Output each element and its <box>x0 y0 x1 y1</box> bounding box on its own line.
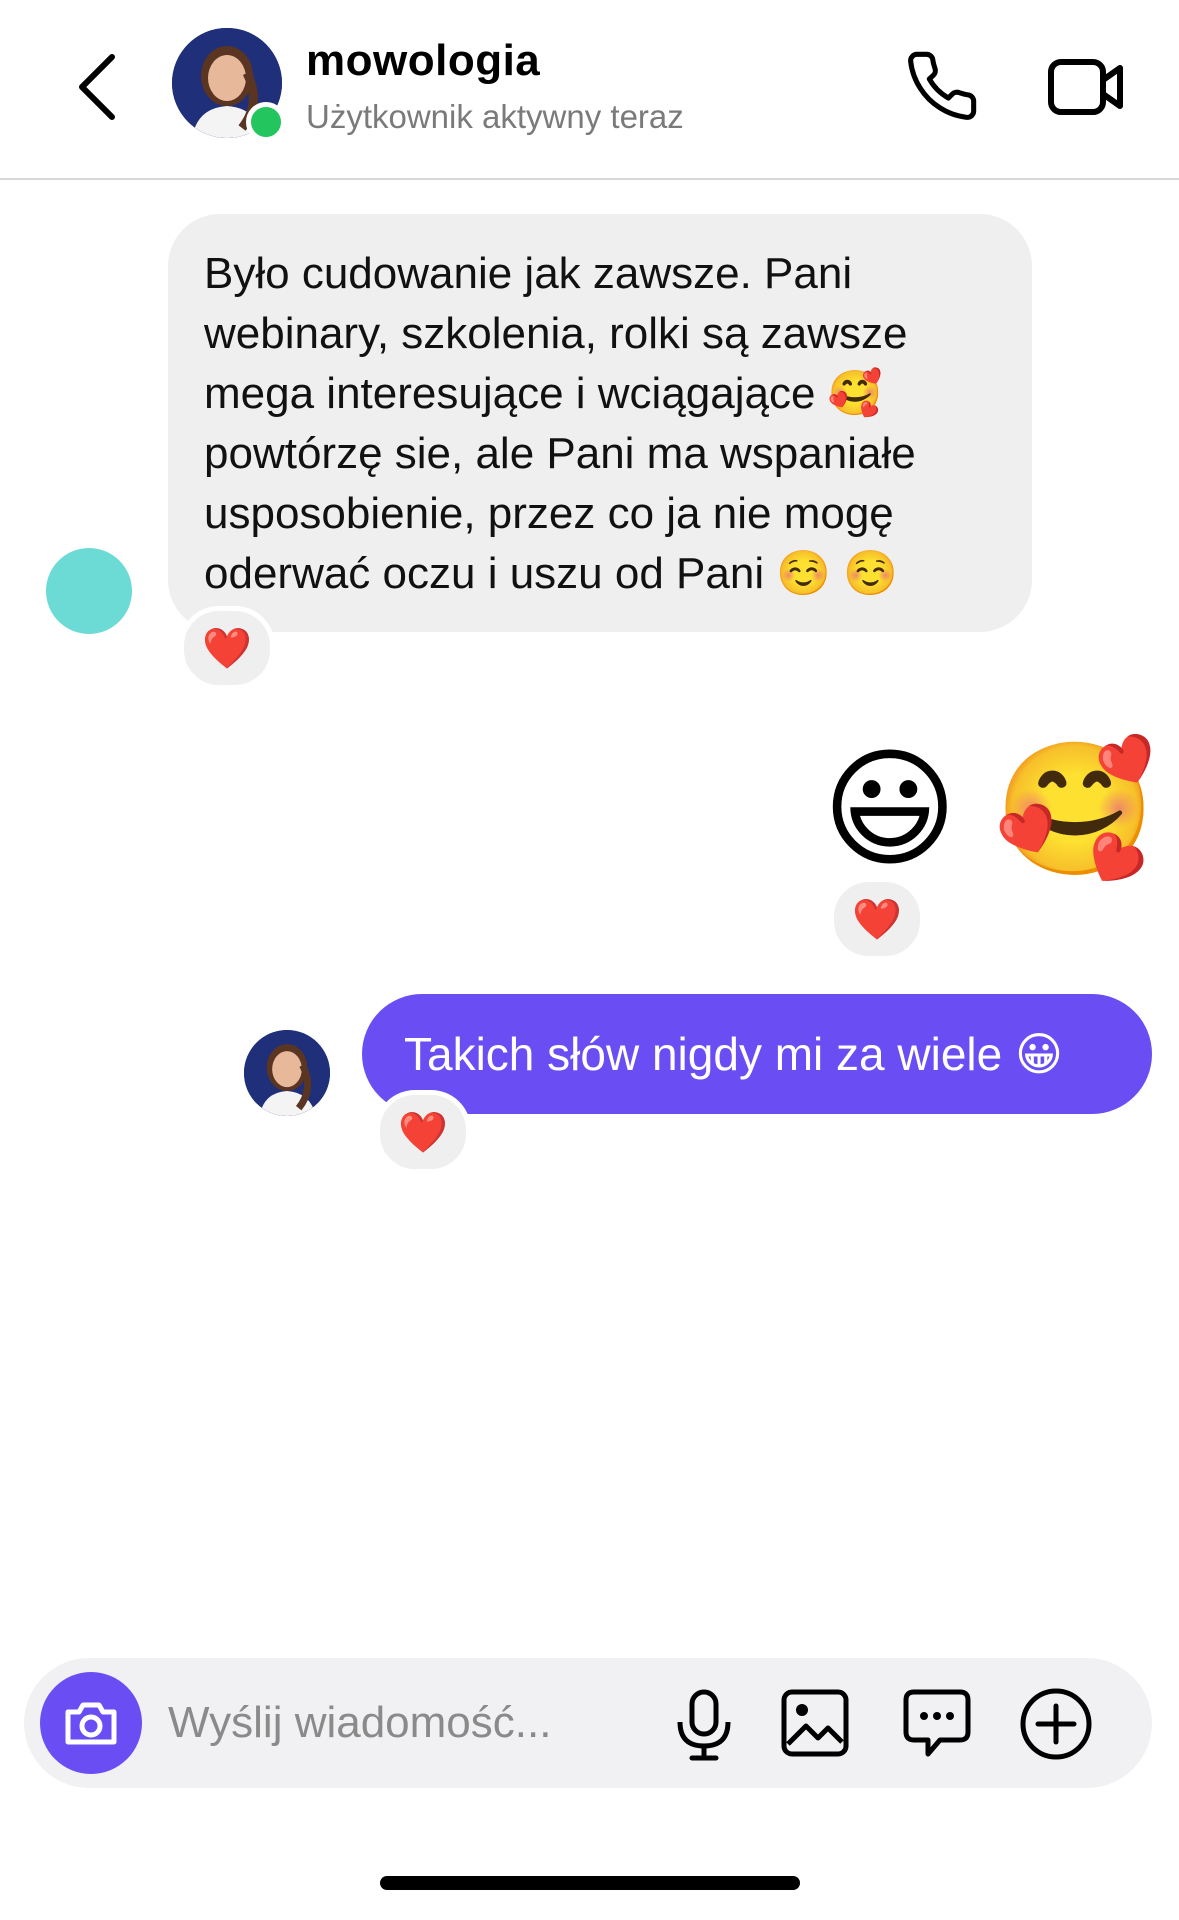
heart-reaction-icon: ❤️ <box>852 897 902 942</box>
profile-photo <box>244 1030 330 1116</box>
seen-avatar <box>244 1030 330 1116</box>
heart-reaction-icon: ❤️ <box>398 1110 448 1155</box>
message-reaction[interactable]: ❤️ <box>179 606 275 690</box>
chevron-left-icon <box>79 54 115 120</box>
active-status: Użytkownik aktywny teraz <box>306 98 684 135</box>
outgoing-message-bubble[interactable]: Takich słów nigdy mi za wiele 😀 <box>362 994 1152 1114</box>
camera-button[interactable] <box>40 1672 142 1774</box>
message-reaction[interactable]: ❤️ <box>375 1090 471 1174</box>
emoji-message[interactable]: 😃 <box>822 744 958 874</box>
back-button[interactable] <box>62 45 132 125</box>
message-input[interactable]: Wyślij wiadomość... <box>168 1698 551 1748</box>
emoji-message[interactable]: 🥰 <box>994 744 1156 874</box>
home-indicator[interactable] <box>380 1876 800 1890</box>
phone-icon <box>908 51 977 120</box>
video-call-button[interactable] <box>1046 52 1126 122</box>
call-button[interactable] <box>904 48 980 124</box>
chat-bubble-icon <box>903 1689 971 1757</box>
sticker-button[interactable] <box>900 1686 974 1760</box>
sender-avatar[interactable] <box>46 548 132 634</box>
microphone-icon <box>677 1689 731 1761</box>
message-reaction[interactable]: ❤️ <box>829 877 925 961</box>
plus-circle-icon <box>1020 1688 1092 1760</box>
voice-message-button[interactable] <box>672 1688 736 1762</box>
contact-name[interactable]: mowologia <box>306 36 540 86</box>
incoming-message-bubble[interactable]: Było cudowanie jak zawsze. Pani webinary… <box>168 214 1032 632</box>
gallery-button[interactable] <box>780 1688 850 1758</box>
image-icon <box>781 1689 849 1757</box>
camera-icon <box>65 1702 117 1745</box>
video-camera-icon <box>1048 59 1123 115</box>
online-indicator <box>246 102 286 142</box>
message-text: Takich słów nigdy mi za wiele 😀 <box>404 1028 1063 1080</box>
more-options-button[interactable] <box>1018 1686 1094 1762</box>
heart-reaction-icon: ❤️ <box>202 626 252 671</box>
